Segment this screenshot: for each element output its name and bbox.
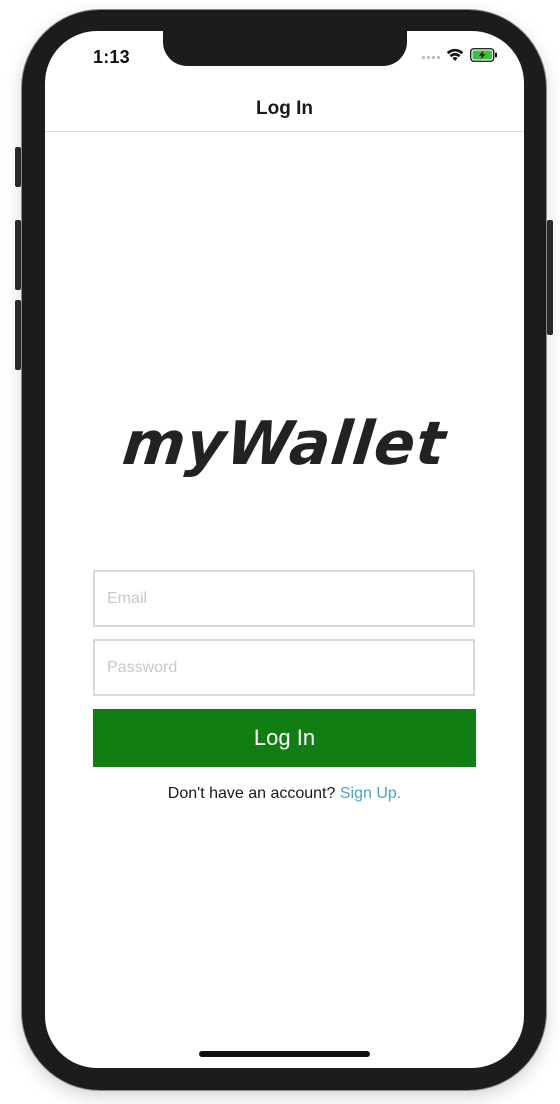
home-indicator[interactable] [199, 1051, 370, 1057]
page-title: Log In [256, 98, 313, 119]
notch [163, 31, 407, 66]
battery-charging-icon [470, 48, 498, 67]
signup-prompt: Don't have an account? [167, 785, 340, 802]
signup-link[interactable]: Sign Up. [340, 785, 401, 802]
password-field[interactable] [93, 639, 475, 696]
nav-bar: Log In [45, 87, 524, 132]
email-field[interactable] [93, 570, 475, 627]
login-button[interactable]: Log In [93, 709, 476, 767]
wifi-icon [446, 48, 464, 67]
app-logo: myWallet [119, 409, 450, 479]
signal-icon [422, 56, 440, 59]
signup-row: Don't have an account? Sign Up. [45, 785, 524, 803]
status-time: 1:13 [93, 47, 130, 67]
power-button [547, 220, 553, 335]
app-screen: 1:13 Log In myWallet Log In Don' [45, 31, 524, 1068]
volume-down-button [15, 300, 21, 370]
silent-switch [15, 147, 21, 187]
status-icons [422, 48, 498, 67]
volume-up-button [15, 220, 21, 290]
